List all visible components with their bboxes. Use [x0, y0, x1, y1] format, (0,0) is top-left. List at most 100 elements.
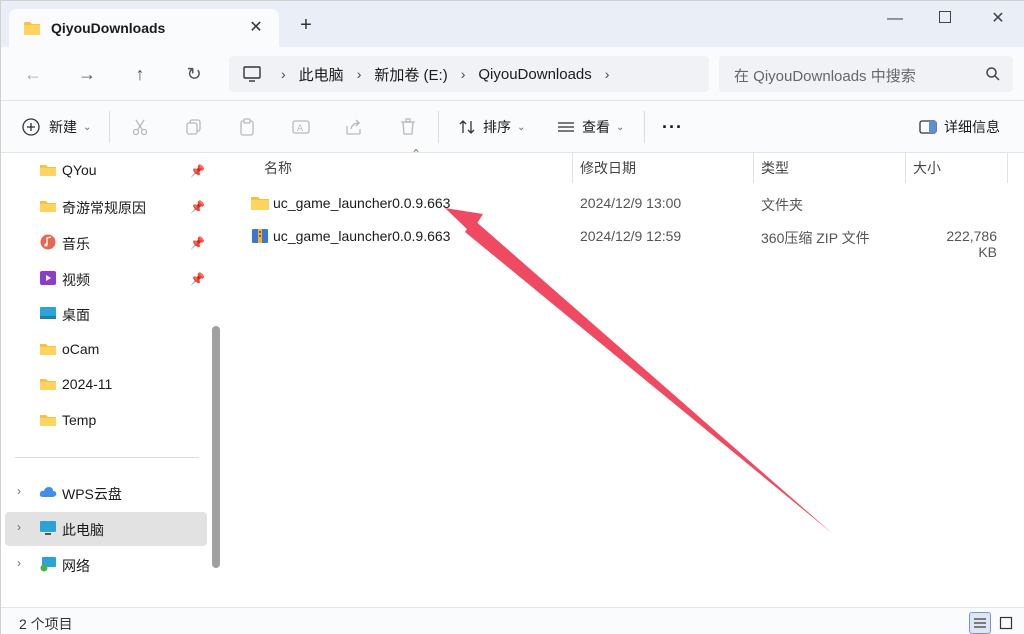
- navigation-bar: ← → ↑ ↻ › 此电脑 › 新加卷 (E:) › QiyouDownload…: [1, 47, 1024, 101]
- folder-icon: [251, 197, 269, 210]
- search-icon[interactable]: [985, 66, 1001, 82]
- folder-icon: [40, 415, 56, 426]
- copy-button[interactable]: [184, 101, 204, 153]
- share-button[interactable]: [344, 101, 364, 153]
- chevron-right-icon: ›: [460, 66, 466, 82]
- file-type: 文件夹: [761, 197, 803, 213]
- up-arrow-icon[interactable]: ↑: [129, 63, 151, 85]
- pin-icon[interactable]: 📌: [190, 236, 205, 250]
- column-divider[interactable]: [905, 153, 906, 183]
- sidebar-item-music[interactable]: 音乐 📌: [1, 226, 207, 260]
- column-header-type[interactable]: 类型: [761, 153, 789, 183]
- minimize-icon[interactable]: —: [883, 9, 907, 29]
- close-window-icon[interactable]: ✕: [986, 9, 1010, 29]
- file-size: 222,786 KB: [946, 228, 997, 260]
- new-button-label: 新建: [49, 119, 77, 135]
- paste-button[interactable]: [237, 101, 257, 153]
- table-row[interactable]: uc_game_launcher0.0.9.663 2024/12/9 13:0…: [229, 187, 1024, 219]
- refresh-icon[interactable]: ↻: [183, 63, 205, 85]
- toolbar-divider: [438, 111, 439, 143]
- folder-icon: [40, 379, 56, 390]
- tab-qiyoudownloads[interactable]: QiyouDownloads ✕: [9, 9, 279, 47]
- sidebar-item-label: Temp: [62, 412, 97, 428]
- command-bar: 新建 ⌄ A 排序 ⌄ 查看 ⌄ ··· 详细信息: [1, 101, 1024, 153]
- clipboard-icon: [240, 118, 254, 136]
- chevron-down-icon: ⌄: [616, 121, 625, 133]
- sidebar-item-temp[interactable]: Temp: [1, 404, 207, 438]
- search-input[interactable]: 在 QiyouDownloads 中搜索: [719, 56, 1013, 92]
- table-row[interactable]: uc_game_launcher0.0.9.663 2024/12/9 12:5…: [229, 220, 1024, 260]
- tiles-view-button[interactable]: [995, 612, 1017, 634]
- sidebar-divider: [15, 457, 199, 458]
- sidebar-item-network[interactable]: › 网络: [1, 548, 207, 582]
- file-name: uc_game_launcher0.0.9.663: [273, 195, 451, 211]
- file-date: 2024/12/9 13:00: [580, 195, 682, 211]
- search-placeholder: 在 QiyouDownloads 中搜索: [734, 68, 916, 85]
- video-icon: [40, 271, 56, 285]
- maximize-icon[interactable]: [933, 9, 957, 29]
- chevron-right-icon[interactable]: ›: [17, 520, 21, 534]
- sidebar-item-qiyou-reasons[interactable]: 奇游常规原因 📌: [1, 190, 207, 224]
- sidebar-item-this-pc[interactable]: › 此电脑: [5, 512, 207, 546]
- column-divider[interactable]: [572, 153, 573, 183]
- computer-icon: [40, 521, 56, 535]
- sidebar-item-label: QYou: [62, 162, 97, 178]
- desktop-icon: [40, 307, 56, 319]
- sort-button[interactable]: 排序 ⌄: [457, 101, 525, 153]
- close-tab-icon[interactable]: ✕: [247, 19, 265, 37]
- column-header-size[interactable]: 大小: [913, 153, 941, 183]
- address-bar[interactable]: › 此电脑 › 新加卷 (E:) › QiyouDownloads ›: [229, 56, 709, 92]
- view-button[interactable]: 查看 ⌄: [556, 101, 624, 153]
- chevron-down-icon: ⌄: [517, 121, 526, 133]
- music-icon: [40, 234, 56, 250]
- forward-arrow-icon[interactable]: →: [76, 63, 98, 85]
- folder-icon: [24, 21, 40, 35]
- sidebar-item-2024-11[interactable]: 2024-11: [1, 368, 207, 402]
- sidebar-item-wps-cloud[interactable]: › WPS云盘: [1, 476, 207, 510]
- details-view-button[interactable]: [969, 612, 991, 634]
- breadcrumb-this-pc[interactable]: 此电脑: [299, 64, 344, 85]
- sort-ascending-icon: ⌃: [411, 147, 422, 161]
- copy-icon: [186, 119, 201, 135]
- pin-icon[interactable]: 📌: [190, 200, 205, 214]
- cut-button[interactable]: [130, 101, 150, 153]
- new-button[interactable]: 新建 ⌄: [21, 101, 91, 153]
- chevron-right-icon[interactable]: ›: [17, 556, 21, 570]
- file-date: 2024/12/9 12:59: [580, 228, 682, 244]
- sidebar-scrollbar[interactable]: [212, 326, 220, 568]
- tile-view-icon: [999, 616, 1013, 630]
- back-arrow-icon[interactable]: ←: [22, 63, 44, 85]
- column-header-name[interactable]: 名称: [264, 153, 292, 183]
- sidebar-item-label: 2024-11: [62, 376, 113, 392]
- details-pane-label: 详细信息: [944, 119, 1000, 135]
- sidebar-item-label: 视频: [62, 272, 90, 288]
- sidebar-item-label: 此电脑: [62, 522, 104, 538]
- pin-icon[interactable]: 📌: [190, 272, 205, 286]
- chevron-right-icon: ›: [356, 66, 362, 82]
- pin-icon[interactable]: 📌: [190, 164, 205, 178]
- sidebar-item-label: WPS云盘: [62, 486, 122, 502]
- share-icon: [346, 119, 361, 135]
- chevron-right-icon[interactable]: ›: [17, 484, 21, 498]
- breadcrumb-qiyoudownloads[interactable]: QiyouDownloads: [478, 66, 591, 83]
- folder-icon: [40, 201, 56, 212]
- delete-button[interactable]: [398, 101, 418, 153]
- svg-text:A: A: [297, 124, 304, 134]
- sidebar-item-desktop[interactable]: 桌面: [1, 297, 207, 331]
- rename-button[interactable]: A: [291, 101, 311, 153]
- tab-title: QiyouDownloads: [51, 20, 166, 36]
- new-tab-icon[interactable]: +: [297, 15, 315, 35]
- sidebar-item-ocam[interactable]: oCam: [1, 333, 207, 367]
- sidebar-item-videos[interactable]: 视频 📌: [1, 262, 207, 296]
- sidebar-item-label: 音乐: [62, 236, 90, 252]
- plus-circle-icon: [22, 118, 40, 136]
- details-pane-button[interactable]: 详细信息: [918, 101, 1000, 153]
- column-divider[interactable]: [753, 153, 754, 183]
- breadcrumb-drive-e[interactable]: 新加卷 (E:): [374, 64, 447, 85]
- column-header-date[interactable]: 修改日期: [580, 153, 636, 183]
- sidebar-item-qyou[interactable]: QYou 📌: [1, 154, 207, 188]
- more-options-icon[interactable]: ···: [662, 101, 683, 153]
- details-pane-icon: [919, 120, 937, 134]
- chevron-right-icon: ›: [281, 66, 286, 82]
- column-divider[interactable]: [1007, 153, 1008, 183]
